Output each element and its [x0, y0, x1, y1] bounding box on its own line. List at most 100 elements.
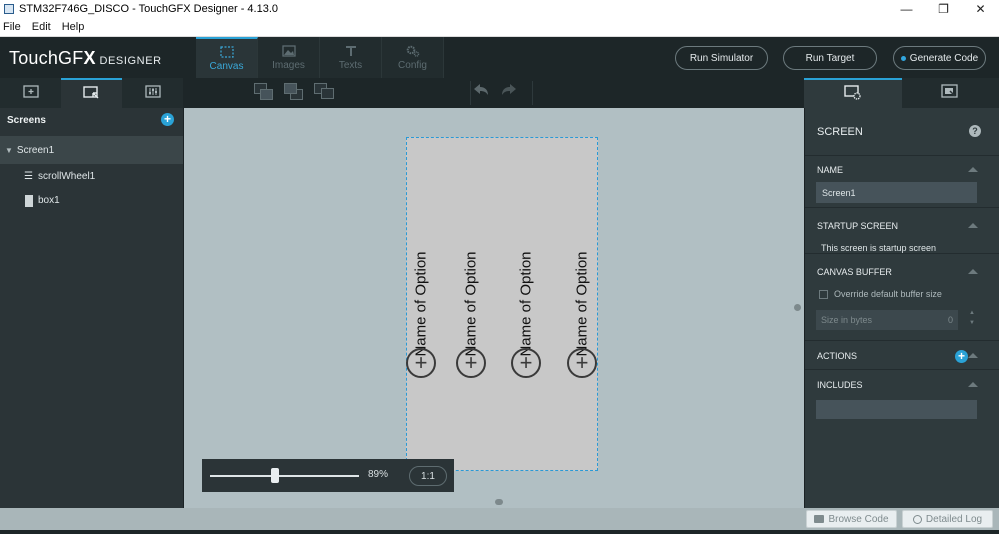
tab-properties-view[interactable]	[122, 78, 183, 108]
collapse-icon[interactable]	[968, 382, 978, 387]
scroll-wheel-option[interactable]: Name of Option +	[406, 138, 436, 408]
vertical-scroll-handle[interactable]	[794, 304, 801, 311]
menu-help[interactable]: Help	[59, 21, 93, 33]
startup-section-title[interactable]: STARTUP SCREEN	[805, 214, 999, 238]
includes-section-title[interactable]: INCLUDES	[805, 373, 999, 397]
screens-panel: Screens + ▼ Screen1 ☰ scrollWheel1 box1	[0, 108, 184, 508]
generate-code-button[interactable]: Generate Code	[893, 46, 986, 70]
tab-images-label: Images	[272, 59, 305, 71]
arrange-tools	[254, 83, 336, 103]
redo-icon[interactable]	[500, 82, 518, 102]
toolbar-divider	[470, 81, 471, 105]
canvas-buffer-section-title[interactable]: CANVAS BUFFER	[805, 260, 999, 284]
plus-circle-icon: +	[456, 348, 486, 378]
menu-edit[interactable]: Edit	[29, 21, 59, 33]
chevron-down-icon[interactable]: ▼	[5, 146, 13, 155]
add-action-button[interactable]: +	[955, 350, 968, 363]
logo-designer: DESIGNER	[99, 55, 162, 67]
minimize-button[interactable]: —	[888, 0, 925, 18]
collapse-icon[interactable]	[968, 353, 978, 358]
horizontal-scroll-handle[interactable]	[495, 499, 503, 505]
startup-label: STARTUP SCREEN	[817, 221, 899, 231]
browse-code-label: Browse Code	[828, 513, 889, 525]
detailed-log-button[interactable]: Detailed Log	[902, 510, 993, 528]
undo-icon[interactable]	[472, 82, 490, 102]
includes-section: INCLUDES	[805, 370, 999, 430]
actions-section-title[interactable]: ACTIONS +	[805, 344, 999, 368]
generate-status-dot-icon	[900, 55, 906, 61]
toolbar-divider	[532, 81, 533, 105]
tab-config-label: Config	[398, 59, 427, 71]
zoom-control: 89% 1:1	[202, 459, 454, 492]
window-bottom-edge	[0, 530, 999, 534]
group-icon[interactable]	[314, 83, 336, 103]
tab-config[interactable]: Config	[382, 37, 444, 78]
run-target-button[interactable]: Run Target	[783, 46, 877, 70]
tab-canvas[interactable]: Canvas	[196, 37, 258, 78]
scrollwheel1-label: scrollWheel1	[38, 171, 96, 182]
tree-item-screen1[interactable]: ▼ Screen1	[0, 136, 183, 164]
zoom-slider-handle[interactable]	[270, 468, 279, 483]
touchgfx-logo: TouchGF X DESIGNER	[9, 48, 162, 69]
design-canvas[interactable]: Name of Option + Name of Option + Name o…	[184, 108, 804, 508]
actions-label: ACTIONS	[817, 351, 858, 361]
logo-touch: TouchGF	[9, 48, 84, 68]
collapse-icon[interactable]	[968, 223, 978, 228]
collapse-icon[interactable]	[968, 269, 978, 274]
images-icon	[281, 44, 296, 57]
window-controls: — ❐ ✕	[888, 0, 999, 18]
help-icon[interactable]: ?	[969, 125, 981, 137]
checkbox-icon[interactable]	[819, 289, 828, 299]
tab-images[interactable]: Images	[258, 37, 320, 78]
add-screen-button[interactable]: +	[161, 113, 174, 126]
tab-texts[interactable]: Texts	[320, 37, 382, 78]
tab-screen-properties[interactable]	[804, 78, 902, 108]
size-stepper-icon[interactable]: ▲ ▼	[968, 308, 976, 328]
menu-bar: File Edit Help	[0, 18, 999, 37]
bring-to-front-icon[interactable]	[254, 83, 276, 103]
name-label: NAME	[817, 165, 844, 175]
menu-file[interactable]: File	[0, 21, 29, 33]
config-icon	[406, 45, 420, 57]
box-icon	[24, 194, 33, 207]
tab-tree-view[interactable]	[61, 78, 122, 108]
screen-preview[interactable]: Name of Option + Name of Option + Name o…	[406, 137, 598, 471]
window-title: STM32F746G_DISCO - TouchGFX Designer - 4…	[19, 3, 279, 15]
browse-code-button[interactable]: Browse Code	[806, 510, 897, 528]
zoom-slider-track[interactable]	[210, 475, 359, 477]
screen-settings-icon	[844, 85, 862, 103]
properties-panel: SCREEN ? NAME Screen1 STARTUP SCREEN Thi…	[804, 108, 999, 508]
includes-input[interactable]	[816, 400, 977, 419]
plus-circle-icon: +	[406, 348, 436, 378]
restore-button[interactable]: ❐	[925, 0, 962, 18]
scroll-wheel-option[interactable]: Name of Option +	[511, 138, 541, 408]
scroll-wheel-option[interactable]: Name of Option +	[567, 138, 597, 408]
close-button[interactable]: ✕	[962, 0, 999, 18]
name-section-title[interactable]: NAME	[805, 158, 999, 182]
screens-header: Screens +	[0, 108, 183, 132]
tool-strip	[0, 78, 999, 108]
app-header: TouchGF X DESIGNER Canvas Images Texts C…	[0, 37, 999, 78]
zoom-reset-button[interactable]: 1:1	[409, 466, 447, 486]
scroll-wheel-option[interactable]: Name of Option +	[456, 138, 486, 408]
left-panel-tabs	[0, 78, 184, 108]
buffer-size-input[interactable]: Size in bytes 0	[816, 310, 958, 330]
override-buffer-checkbox[interactable]: Override default buffer size	[805, 284, 999, 304]
tab-interactions[interactable]	[901, 78, 999, 108]
override-buffer-label: Override default buffer size	[834, 289, 942, 299]
generate-code-label: Generate Code	[909, 52, 979, 64]
app-icon	[4, 4, 14, 14]
screen1-label: Screen1	[16, 144, 55, 156]
screen-name-input[interactable]: Screen1	[816, 182, 977, 203]
screens-title: Screens	[7, 114, 46, 126]
send-to-back-icon[interactable]	[284, 83, 306, 103]
tab-add-widget[interactable]	[0, 78, 61, 108]
plus-circle-icon: +	[567, 348, 597, 378]
canvas-buffer-label: CANVAS BUFFER	[817, 267, 892, 277]
tree-item-scrollwheel1[interactable]: ☰ scrollWheel1	[0, 165, 183, 188]
interaction-icon	[941, 84, 959, 102]
run-simulator-button[interactable]: Run Simulator	[675, 46, 768, 70]
tree-item-box1[interactable]: box1	[0, 189, 183, 212]
collapse-icon[interactable]	[968, 167, 978, 172]
tab-texts-label: Texts	[338, 59, 363, 71]
